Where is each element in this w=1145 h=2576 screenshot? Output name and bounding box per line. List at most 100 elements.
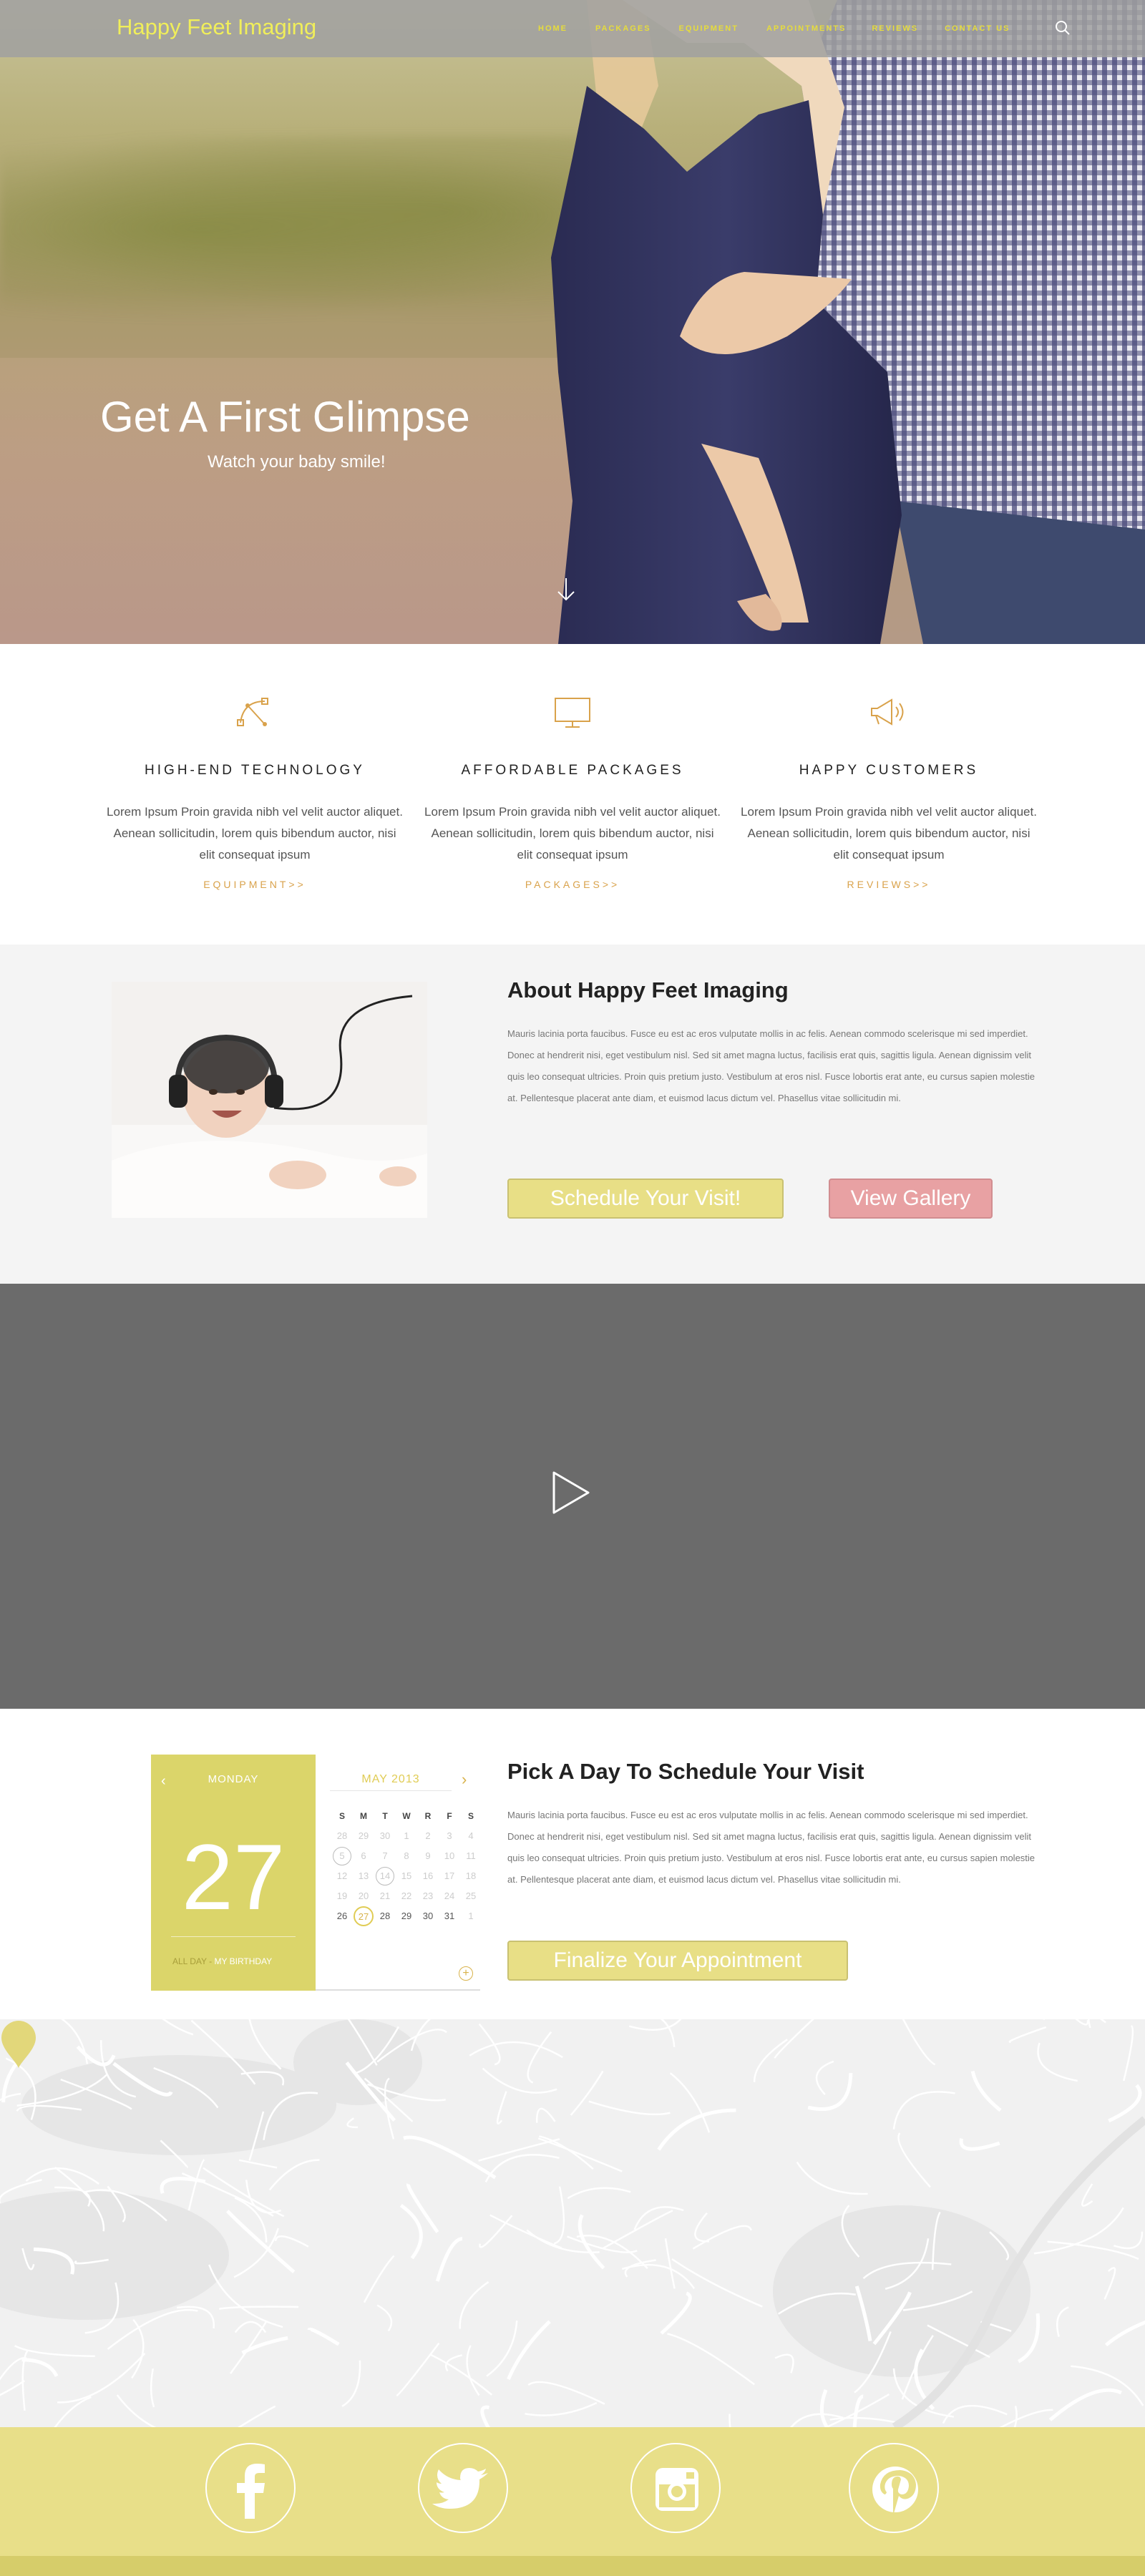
pinterest-icon[interactable] <box>849 2443 939 2533</box>
location-map[interactable] <box>0 2019 1145 2427</box>
features-section: HIGH-END TECHNOLOGY Lorem Ipsum Proin gr… <box>0 644 1145 945</box>
calendar-day[interactable]: 22 <box>396 1888 417 1905</box>
calendar-weekday-header: W <box>402 1811 411 1821</box>
calendar-day[interactable]: 1 <box>396 1828 417 1845</box>
nav-item-equipment[interactable]: EQUIPMENT <box>679 24 739 33</box>
calendar-day[interactable]: 17 <box>439 1868 460 1885</box>
hero-photo-couple <box>551 0 1145 644</box>
about-text: Mauris lacinia porta faucibus. Fusce eu … <box>507 1028 1036 1103</box>
feature-title: HAPPY CUSTOMERS <box>799 763 979 778</box>
calendar-day[interactable]: 23 <box>417 1888 439 1905</box>
calendar-day[interactable]: 28 <box>331 1828 353 1845</box>
map-streets <box>0 2019 1145 2427</box>
calendar-day[interactable]: 12 <box>331 1868 353 1885</box>
feature-link-reviews[interactable]: REVIEWS>> <box>739 879 1039 890</box>
about-photo-baby-headphones <box>112 982 427 1218</box>
calendar-day[interactable]: 28 <box>374 1908 396 1925</box>
brand-logo[interactable]: Happy Feet Imaging <box>117 14 316 40</box>
calendar-day[interactable]: 10 <box>439 1848 460 1865</box>
footer-social <box>0 2427 1145 2556</box>
calendar-day[interactable]: 4 <box>460 1828 482 1845</box>
megaphone-icon <box>871 698 904 726</box>
calendar-day[interactable]: 30 <box>374 1828 396 1845</box>
top-navigation: Happy Feet Imaging HOME PACKAGES EQUIPME… <box>0 0 1145 57</box>
nav-item-appointments[interactable]: APPOINTMENTS <box>766 24 846 33</box>
calendar-day[interactable]: 8 <box>396 1848 417 1865</box>
calendar-day[interactable]: 13 <box>353 1868 374 1885</box>
arrow-down-icon[interactable] <box>555 577 577 602</box>
calendar-weekday-header: F <box>447 1811 452 1821</box>
calendar-day[interactable]: 20 <box>353 1888 374 1905</box>
finalize-appointment-button[interactable]: Finalize Your Appointment <box>507 1941 848 1981</box>
monitor-icon <box>555 698 590 728</box>
calendar-day[interactable]: 3 <box>439 1828 460 1845</box>
feature-title: HIGH-END TECHNOLOGY <box>145 763 365 778</box>
schedule-visit-button[interactable]: Schedule Your Visit! <box>507 1179 784 1219</box>
calendar-day[interactable]: 14 <box>374 1867 396 1885</box>
calendar-day[interactable]: 25 <box>460 1888 482 1905</box>
footer-bar <box>0 2556 1145 2576</box>
chevron-right-icon[interactable]: › <box>462 1770 467 1789</box>
calendar-weekday-header: S <box>338 1811 345 1821</box>
calendar-day[interactable]: 9 <box>417 1848 439 1865</box>
calendar-day[interactable]: 19 <box>331 1888 353 1905</box>
view-gallery-button[interactable]: View Gallery <box>829 1179 993 1219</box>
calendar-event-time: ALL DAY - <box>172 1956 213 1966</box>
calendar-day[interactable]: 7 <box>374 1848 396 1865</box>
schedule-section: ‹ MONDAY 27 ALL DAY - MY BIRTHDAY MAY 20… <box>0 1709 1145 2019</box>
calendar-day[interactable]: 26 <box>331 1908 353 1925</box>
calendar-event: ALL DAY - MY BIRTHDAY <box>172 1956 272 1966</box>
search-icon[interactable] <box>1055 20 1071 36</box>
calendar-day[interactable]: 11 <box>460 1848 482 1865</box>
nav-item-home[interactable]: HOME <box>538 24 567 33</box>
add-event-button[interactable]: + <box>459 1966 473 1981</box>
feature-link-equipment[interactable]: EQUIPMENT>> <box>104 879 405 890</box>
schedule-title: Pick A Day To Schedule Your Visit <box>507 1759 864 1784</box>
video-player[interactable] <box>0 1284 1145 1709</box>
about-section: About Happy Feet Imaging Mauris lacinia … <box>0 945 1145 1284</box>
calendar-day[interactable]: 2 <box>417 1828 439 1845</box>
calendar-weekday-header: R <box>424 1811 432 1821</box>
calendar-day[interactable]: 24 <box>439 1888 460 1905</box>
calendar-day[interactable]: 16 <box>417 1868 439 1885</box>
calendar-day[interactable]: 6 <box>353 1848 374 1865</box>
calendar-day[interactable]: 27 <box>353 1906 374 1926</box>
calendar-day[interactable]: 21 <box>374 1888 396 1905</box>
feature-text: Lorem Ipsum Proin gravida nibh vel velit… <box>107 805 403 862</box>
calendar-event-name: MY BIRTHDAY <box>214 1956 273 1966</box>
hero-subtitle: Watch your baby smile! <box>208 452 386 472</box>
calendar-day[interactable]: 29 <box>396 1908 417 1925</box>
calendar-weekday-header: T <box>382 1811 388 1821</box>
calendar-day[interactable]: 29 <box>353 1828 374 1845</box>
calendar-day[interactable]: 30 <box>417 1908 439 1925</box>
calendar-day[interactable]: 5 <box>331 1847 353 1865</box>
nav-menu: HOME PACKAGES EQUIPMENT APPOINTMENTS REV… <box>538 24 1010 33</box>
nav-item-reviews[interactable]: REVIEWS <box>872 24 918 33</box>
about-title: About Happy Feet Imaging <box>507 977 789 1002</box>
calendar-widget: ‹ MONDAY 27 ALL DAY - MY BIRTHDAY MAY 20… <box>151 1755 480 1991</box>
schedule-text: Mauris lacinia porta faucibus. Fusce eu … <box>507 1810 1036 1885</box>
calendar-month-panel: MAY 2013 › S M T W R F S 28 29 30 1 2 3 4 5 6 7 8 9 10 11 12 1… <box>316 1755 480 1991</box>
twitter-icon[interactable] <box>418 2443 508 2533</box>
divider <box>171 1936 296 1937</box>
calendar-weekday-header: S <box>467 1811 474 1821</box>
calendar-month: MAY 2013 <box>361 1773 420 1785</box>
nav-item-contact[interactable]: CONTACT US <box>945 24 1010 33</box>
feature-text: Lorem Ipsum Proin gravida nibh vel velit… <box>741 805 1037 862</box>
facebook-icon[interactable] <box>205 2443 296 2533</box>
feature-text: Lorem Ipsum Proin gravida nibh vel velit… <box>424 805 721 862</box>
calendar-day[interactable]: 15 <box>396 1868 417 1885</box>
calendar-day[interactable]: 1 <box>460 1908 482 1925</box>
instagram-icon[interactable] <box>630 2443 721 2533</box>
feature-title: AFFORDABLE PACKAGES <box>461 763 684 778</box>
bezier-curve-icon <box>237 698 268 726</box>
divider <box>330 1790 452 1791</box>
map-pin-icon[interactable] <box>0 2019 37 2069</box>
feature-link-packages[interactable]: PACKAGES>> <box>422 879 723 890</box>
play-icon[interactable] <box>551 1470 591 1516</box>
calendar-day[interactable]: 31 <box>439 1908 460 1925</box>
calendar-day[interactable]: 18 <box>460 1868 482 1885</box>
calendar-weekday-header: M <box>360 1811 367 1821</box>
calendar-grid: S M T W R F S 28 29 30 1 2 3 4 5 6 7 8 9 10 11 12 13 14 15 16 17 18… <box>331 1807 476 1926</box>
nav-item-packages[interactable]: PACKAGES <box>595 24 651 33</box>
